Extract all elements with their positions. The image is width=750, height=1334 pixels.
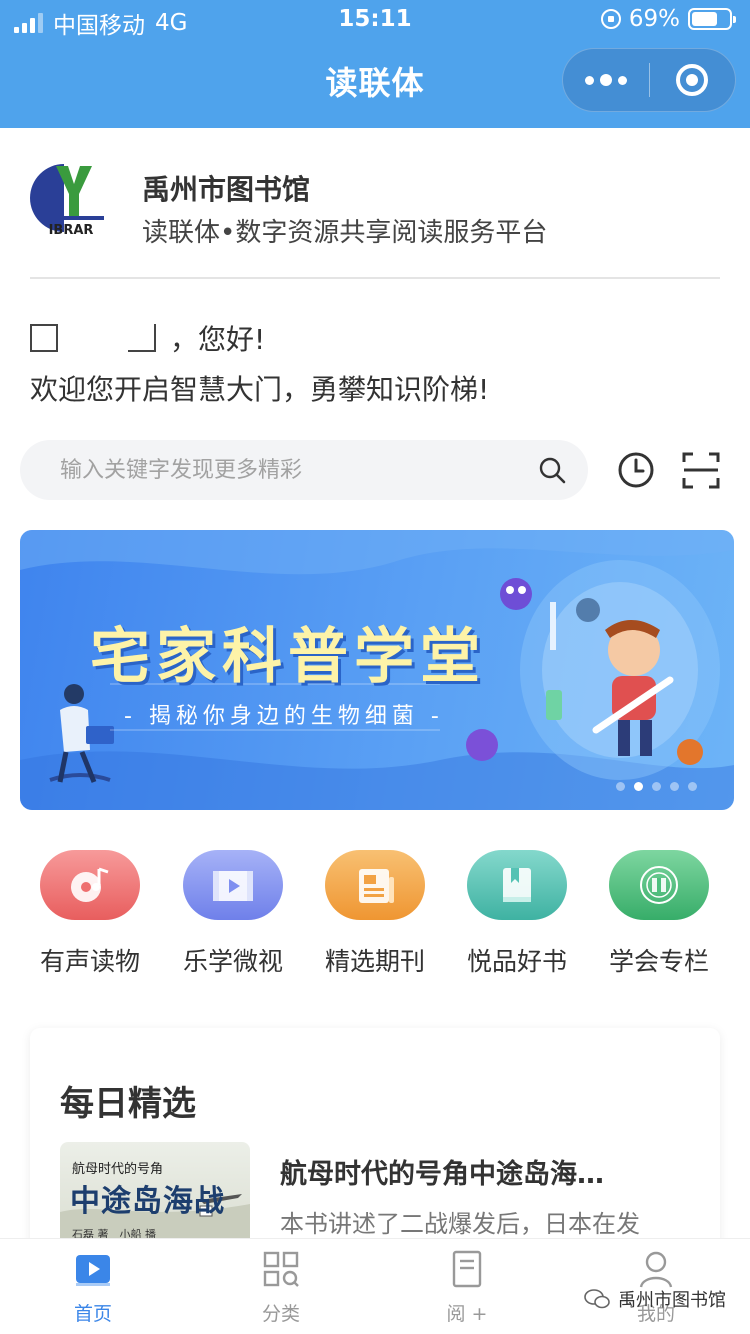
banner-pagination (616, 782, 697, 791)
pagination-dot[interactable] (616, 782, 625, 791)
tab-category[interactable]: 分类 (221, 1249, 341, 1326)
tab-label: 阅 + (446, 1303, 488, 1325)
battery-icon (688, 8, 736, 30)
library-name: 禹州市图书馆 (142, 173, 311, 206)
book-description: 本书讲述了二战爆发后，日本在发 (280, 1210, 640, 1238)
miniprogram-capsule (562, 48, 736, 112)
scan-icon[interactable] (681, 450, 721, 490)
audio-book-icon (40, 850, 140, 920)
daily-pick-title: 每日精选 (60, 1084, 196, 1124)
category-label: 乐学微视 (182, 947, 283, 976)
library-logo: IBRAR (30, 164, 104, 238)
target-icon (676, 64, 709, 96)
book-icon (467, 850, 567, 920)
society-icon (609, 850, 709, 920)
app-header: 中国移动 4G 15:11 69% 读联体 (0, 0, 750, 128)
more-options-button[interactable] (563, 48, 649, 112)
watermark: 禹州市图书馆 (584, 1286, 726, 1312)
cover-title-text: 中途岛海战 (70, 1184, 225, 1219)
banner-subtitle: - 揭秘你身边的生物细菌 - (124, 704, 444, 729)
search-input[interactable] (60, 440, 520, 500)
tab-label: 分类 (261, 1303, 300, 1325)
library-description: 读联体•数字资源共享阅读服务平台 (142, 218, 548, 248)
category-label: 有声读物 (39, 947, 140, 976)
greeting: ，您好! (30, 318, 265, 358)
book-cover[interactable]: 航母时代的号角 中途岛海战 石磊 著 小船 播 (60, 1142, 250, 1252)
tab-read[interactable]: 阅 + (407, 1249, 527, 1326)
promo-banner[interactable]: 宅家科普学堂 - 揭秘你身边的生物细菌 - (20, 530, 734, 810)
pagination-dot[interactable] (670, 782, 679, 791)
book-title[interactable]: 航母时代的号角中途岛海… (280, 1152, 680, 1191)
status-bar: 中国移动 4G 15:11 69% (0, 0, 750, 40)
user-name-placeholder-glyph (30, 324, 58, 352)
category-label: 精选期刊 (324, 947, 425, 976)
read-book-icon (452, 1250, 482, 1288)
logo-text: IBRAR (49, 223, 94, 238)
search-icon[interactable] (538, 456, 566, 484)
category-label: 悦品好书 (466, 947, 567, 976)
greeting-text: ，您好! (170, 323, 266, 356)
banner-title: 宅家科普学堂 (90, 622, 486, 692)
section-divider (30, 277, 720, 279)
pagination-dot[interactable] (652, 782, 661, 791)
user-name-placeholder-glyph (128, 324, 156, 352)
cover-series-text: 航母时代的号角 (72, 1162, 164, 1177)
tab-home[interactable]: 首页 (33, 1249, 153, 1326)
orientation-lock-icon (600, 9, 621, 29)
battery-percent: 69% (628, 6, 680, 32)
search-bar[interactable] (20, 440, 588, 500)
journal-icon (325, 850, 425, 920)
category-micro-videos[interactable]: 乐学微视 (163, 850, 303, 978)
category-audio-books[interactable]: 有声读物 (20, 850, 160, 978)
category-grid-icon (263, 1251, 299, 1287)
history-clock-icon[interactable] (616, 450, 656, 490)
video-icon (183, 850, 283, 920)
wechat-icon (584, 1289, 610, 1309)
pagination-dot-active[interactable] (634, 782, 643, 791)
profile-icon (639, 1251, 673, 1288)
category-journals[interactable]: 精选期刊 (305, 850, 445, 978)
home-play-icon (76, 1255, 110, 1286)
category-society-column[interactable]: 学会专栏 (589, 850, 729, 978)
pagination-dot[interactable] (688, 782, 697, 791)
welcome-text: 欢迎您开启智慧大门，勇攀知识阶梯! (30, 373, 490, 406)
watermark-text: 禹州市图书馆 (618, 1290, 726, 1311)
category-label: 学会专栏 (608, 947, 709, 976)
category-good-books[interactable]: 悦品好书 (447, 850, 587, 978)
tab-label: 首页 (73, 1303, 112, 1325)
close-miniprogram-button[interactable] (650, 48, 735, 112)
